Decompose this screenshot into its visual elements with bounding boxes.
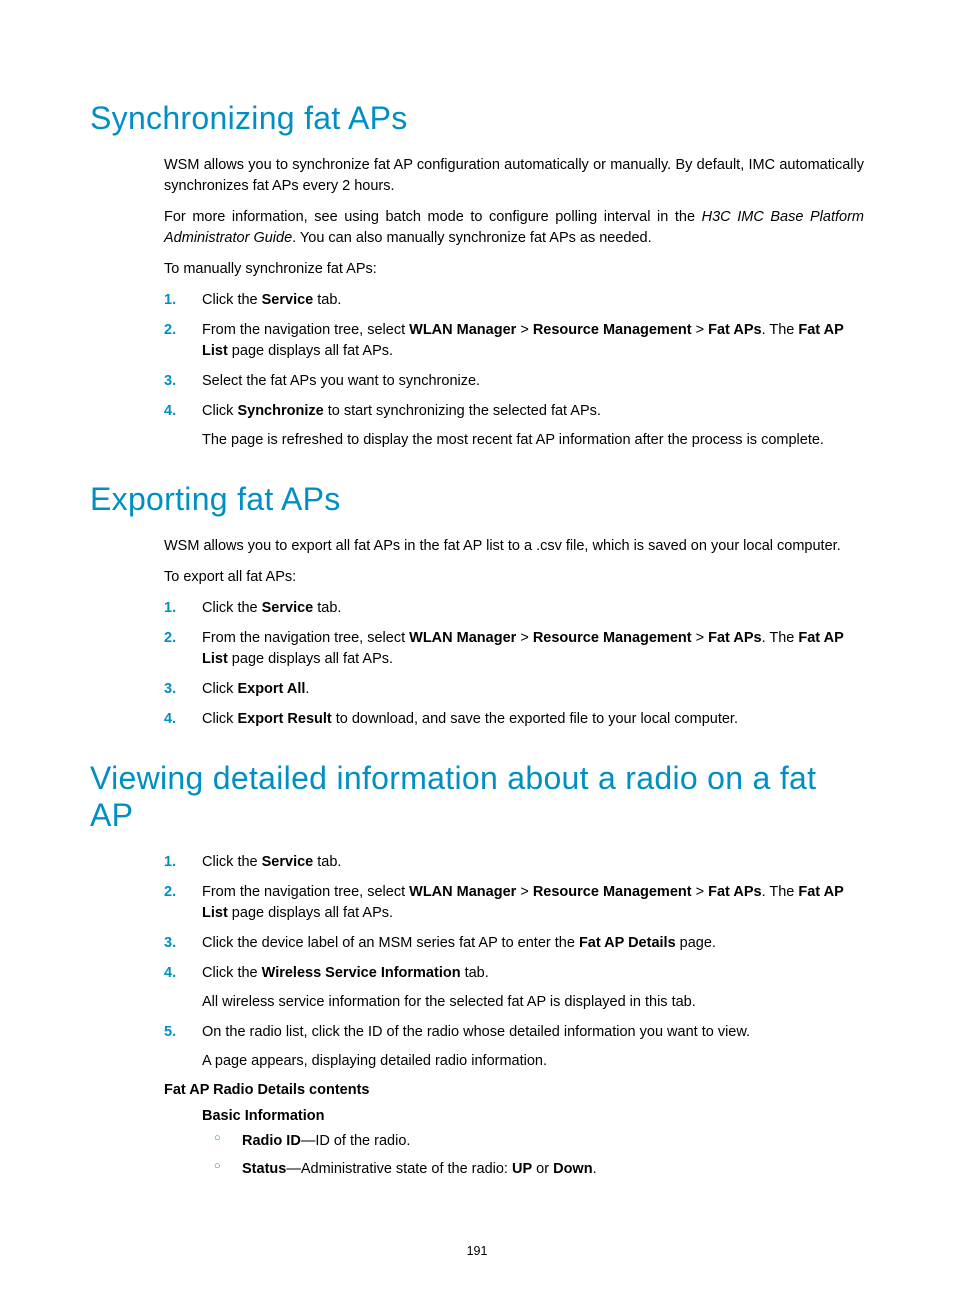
bold-text: Fat APs bbox=[708, 322, 761, 338]
lead-text: To manually synchronize fat APs: bbox=[164, 259, 864, 280]
step-item: On the radio list, click the ID of the r… bbox=[164, 1022, 864, 1072]
text: Click bbox=[202, 711, 237, 727]
text: page displays all fat APs. bbox=[228, 905, 393, 921]
document-page: Synchronizing fat APs WSM allows you to … bbox=[0, 0, 954, 1296]
step-item: Click Export Result to download, and sav… bbox=[164, 709, 864, 730]
bold-text: Service bbox=[262, 292, 314, 308]
text: . The bbox=[762, 884, 799, 900]
text: . The bbox=[762, 322, 799, 338]
text: Click bbox=[202, 403, 237, 419]
text: —Administrative state of the radio: bbox=[286, 1161, 512, 1177]
text: or bbox=[532, 1161, 553, 1177]
bold-text: Radio ID bbox=[242, 1133, 301, 1149]
paragraph: WSM allows you to export all fat APs in … bbox=[164, 536, 864, 557]
text: tab. bbox=[313, 292, 341, 308]
bold-text: Resource Management bbox=[533, 884, 692, 900]
section-body-export: WSM allows you to export all fat APs in … bbox=[164, 536, 864, 730]
text: Click the bbox=[202, 854, 262, 870]
text: tab. bbox=[313, 600, 341, 616]
step-item: From the navigation tree, select WLAN Ma… bbox=[164, 628, 864, 670]
bullet-item: Radio ID—ID of the radio. bbox=[214, 1131, 864, 1152]
bold-text: Export All bbox=[237, 681, 305, 697]
page-number: 191 bbox=[0, 1244, 954, 1258]
contents-title: Fat AP Radio Details contents bbox=[164, 1082, 864, 1098]
step-item: From the navigation tree, select WLAN Ma… bbox=[164, 882, 864, 924]
text: For more information, see using batch mo… bbox=[164, 209, 702, 225]
bullet-list: Radio ID—ID of the radio. Status—Adminis… bbox=[214, 1131, 864, 1180]
section-body-view: Click the Service tab. From the navigati… bbox=[164, 852, 864, 1180]
step-item: Click Synchronize to start synchronizing… bbox=[164, 401, 864, 451]
text: > bbox=[692, 322, 709, 338]
bold-text: Wireless Service Information bbox=[262, 965, 461, 981]
step-item: Click the Service tab. bbox=[164, 852, 864, 873]
text: . You can also manually synchronize fat … bbox=[292, 230, 652, 246]
text: > bbox=[516, 630, 533, 646]
paragraph: WSM allows you to synchronize fat AP con… bbox=[164, 155, 864, 197]
basic-info-title: Basic Information bbox=[202, 1108, 864, 1124]
bold-text: Resource Management bbox=[533, 630, 692, 646]
bold-text: WLAN Manager bbox=[409, 630, 516, 646]
text: to download, and save the exported file … bbox=[332, 711, 738, 727]
basic-info-block: Basic Information Radio ID—ID of the rad… bbox=[202, 1108, 864, 1180]
text: On the radio list, click the ID of the r… bbox=[202, 1024, 750, 1040]
bullet-item: Status—Administrative state of the radio… bbox=[214, 1159, 864, 1180]
paragraph: For more information, see using batch mo… bbox=[164, 207, 864, 249]
text: . The bbox=[762, 630, 799, 646]
bold-text: Resource Management bbox=[533, 322, 692, 338]
bold-text: Down bbox=[553, 1161, 592, 1177]
text: > bbox=[516, 322, 533, 338]
text: > bbox=[692, 884, 709, 900]
bold-text: Fat APs bbox=[708, 884, 761, 900]
text: tab. bbox=[461, 965, 489, 981]
step-list-sync: Click the Service tab. From the navigati… bbox=[164, 290, 864, 451]
sub-text: A page appears, displaying detailed radi… bbox=[202, 1051, 864, 1072]
text: Click bbox=[202, 681, 237, 697]
bold-text: Export Result bbox=[237, 711, 331, 727]
heading-exporting: Exporting fat APs bbox=[90, 481, 864, 518]
text: page displays all fat APs. bbox=[228, 651, 393, 667]
text: From the navigation tree, select bbox=[202, 630, 409, 646]
step-item: From the navigation tree, select WLAN Ma… bbox=[164, 320, 864, 362]
heading-synchronizing: Synchronizing fat APs bbox=[90, 100, 864, 137]
text: From the navigation tree, select bbox=[202, 322, 409, 338]
text: . bbox=[305, 681, 309, 697]
bold-text: Service bbox=[262, 600, 314, 616]
text: > bbox=[692, 630, 709, 646]
text: page. bbox=[676, 935, 716, 951]
step-item: Click Export All. bbox=[164, 679, 864, 700]
text: page displays all fat APs. bbox=[228, 343, 393, 359]
heading-viewing: Viewing detailed information about a rad… bbox=[90, 760, 864, 834]
step-item: Click the Service tab. bbox=[164, 290, 864, 311]
sub-text: All wireless service information for the… bbox=[202, 992, 864, 1013]
bold-text: Fat APs bbox=[708, 630, 761, 646]
text: Click the bbox=[202, 600, 262, 616]
text: Click the bbox=[202, 965, 262, 981]
step-item: Click the Service tab. bbox=[164, 598, 864, 619]
bold-text: Synchronize bbox=[237, 403, 323, 419]
bold-text: UP bbox=[512, 1161, 532, 1177]
text: —ID of the radio. bbox=[301, 1133, 411, 1149]
bold-text: Service bbox=[262, 854, 314, 870]
text: > bbox=[516, 884, 533, 900]
text: tab. bbox=[313, 854, 341, 870]
text: to start synchronizing the selected fat … bbox=[324, 403, 601, 419]
text: Click the device label of an MSM series … bbox=[202, 935, 579, 951]
section-body-sync: WSM allows you to synchronize fat AP con… bbox=[164, 155, 864, 451]
lead-text: To export all fat APs: bbox=[164, 567, 864, 588]
step-item: Click the device label of an MSM series … bbox=[164, 933, 864, 954]
text: From the navigation tree, select bbox=[202, 884, 409, 900]
sub-text: The page is refreshed to display the mos… bbox=[202, 430, 864, 451]
bold-text: WLAN Manager bbox=[409, 322, 516, 338]
bold-text: Fat AP Details bbox=[579, 935, 676, 951]
step-item: Select the fat APs you want to synchroni… bbox=[164, 371, 864, 392]
step-list-export: Click the Service tab. From the navigati… bbox=[164, 598, 864, 730]
step-list-view: Click the Service tab. From the navigati… bbox=[164, 852, 864, 1072]
text: Select the fat APs you want to synchroni… bbox=[202, 373, 480, 389]
step-item: Click the Wireless Service Information t… bbox=[164, 963, 864, 1013]
bold-text: Status bbox=[242, 1161, 286, 1177]
text: Click the bbox=[202, 292, 262, 308]
bold-text: WLAN Manager bbox=[409, 884, 516, 900]
text: . bbox=[593, 1161, 597, 1177]
